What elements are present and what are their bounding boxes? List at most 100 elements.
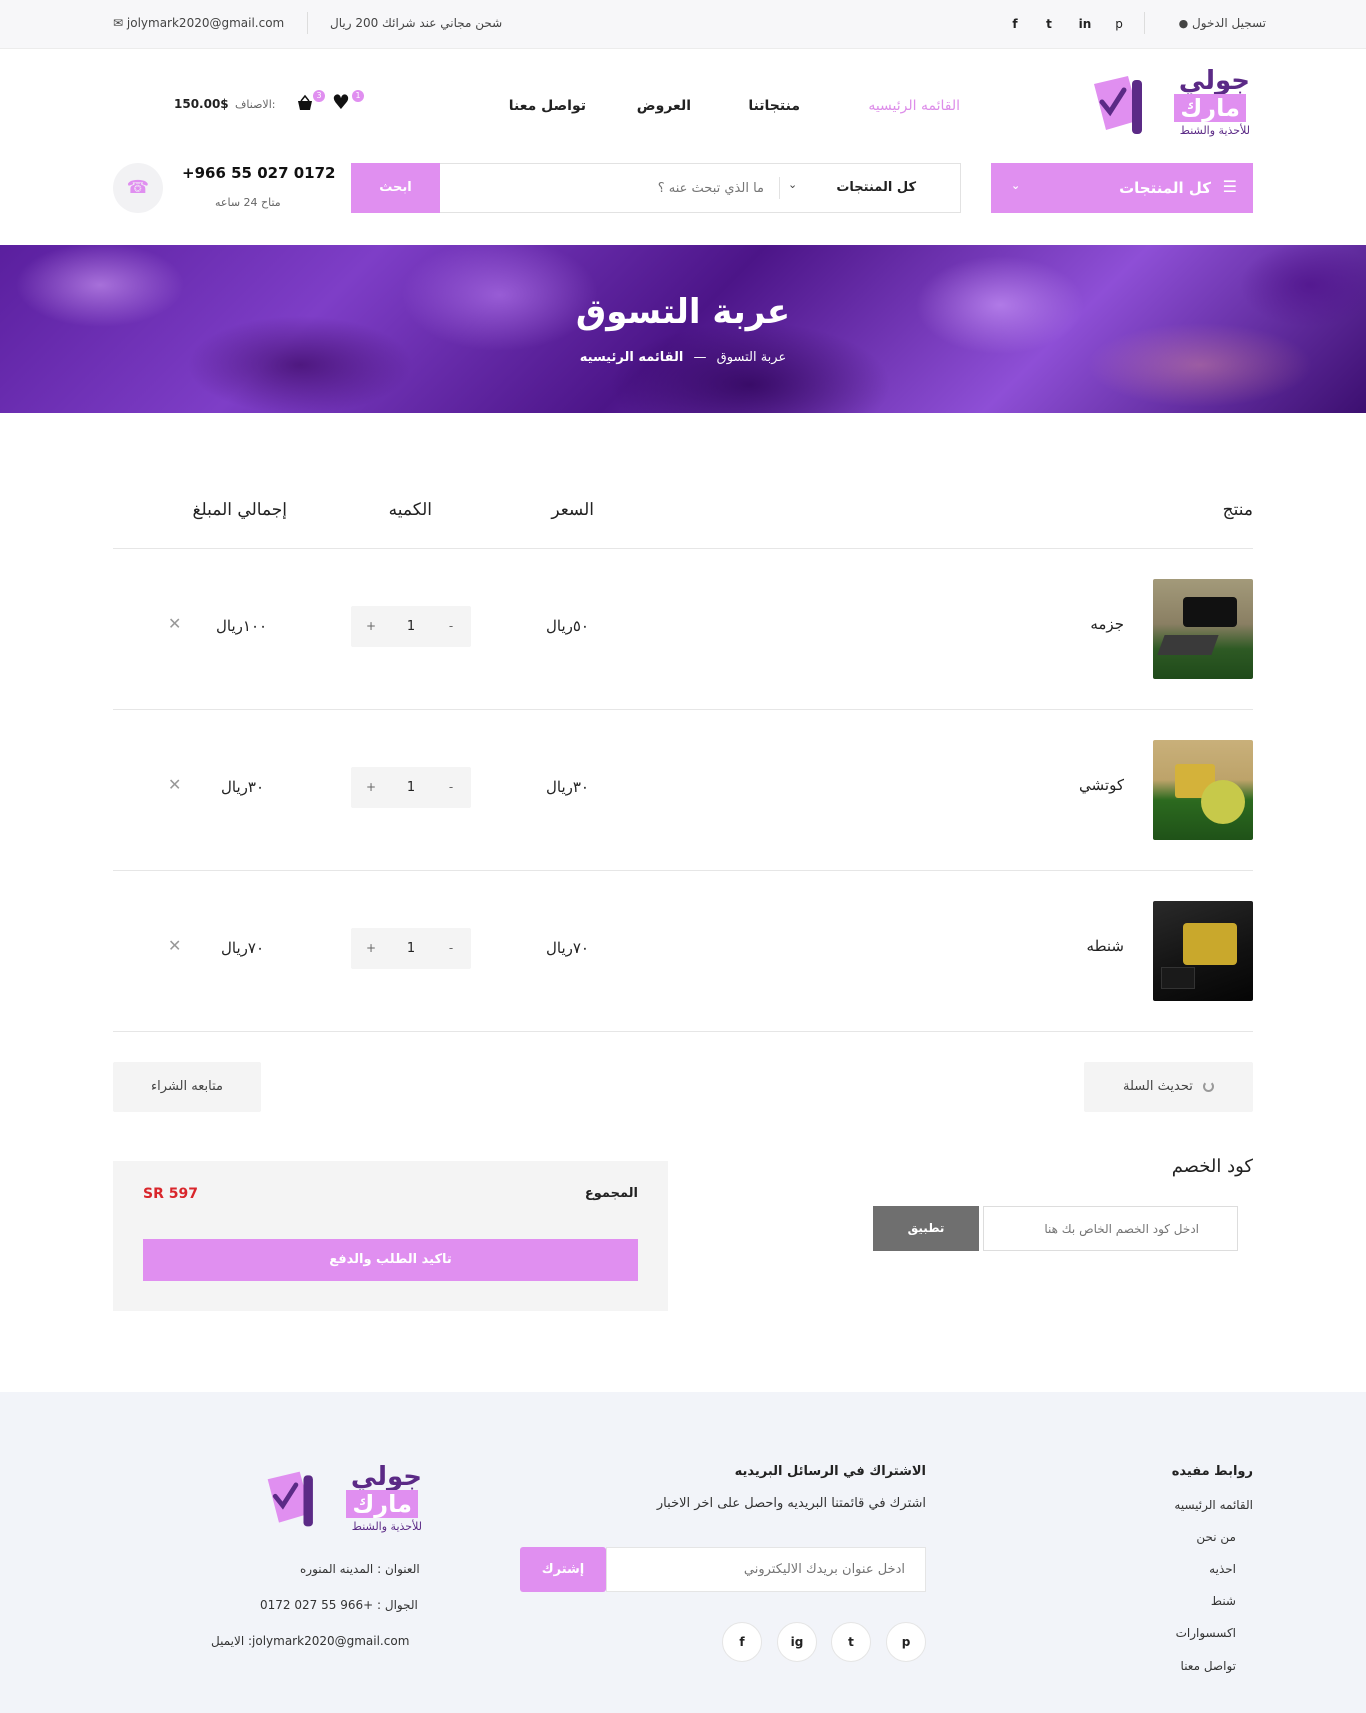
logo-text-1: جولي: [350, 1462, 422, 1492]
cart-items-label: الاصناف:: [235, 98, 276, 111]
remove-item-icon[interactable]: ✕: [168, 775, 181, 794]
remove-item-icon[interactable]: ✕: [168, 936, 181, 955]
update-cart-label: تحديث السلة: [1123, 1079, 1193, 1094]
remove-item-icon[interactable]: ✕: [168, 614, 181, 633]
logo-text-2: مارك: [346, 1490, 418, 1518]
product-name[interactable]: شنطه: [1087, 937, 1124, 955]
pinterest-icon[interactable]: p: [1110, 15, 1128, 33]
heart-icon: ♥: [332, 90, 350, 114]
twitter-icon[interactable]: t: [831, 1622, 871, 1662]
logo-text-1: جولي: [1178, 66, 1250, 96]
row-total: ٧٠ريال: [221, 939, 265, 957]
product-image[interactable]: [1153, 901, 1253, 1001]
quantity-increase-button[interactable]: +: [351, 767, 391, 808]
page-title: عربة التسوق: [575, 292, 791, 332]
cart-totals-box: المجموع SR 597 تاكيد الطلب والدفع: [113, 1161, 668, 1311]
nav-offers[interactable]: العروض: [637, 98, 691, 114]
totals-label: المجموع: [584, 1186, 638, 1201]
product-image-detail: [1157, 635, 1219, 655]
wishlist-button[interactable]: ♥ 1: [330, 90, 366, 116]
phone-number[interactable]: +966 55 027 0172: [182, 164, 335, 182]
quantity-value[interactable]: 1: [391, 928, 431, 969]
breadcrumb-current: عربة التسوق: [716, 350, 787, 365]
nav-contact[interactable]: تواصل معنا: [509, 98, 586, 114]
quantity-stepper: - 1 +: [351, 606, 471, 647]
nav-home[interactable]: القائمه الرئيسيه: [868, 98, 960, 114]
footer-link-about[interactable]: من نحن: [1196, 1530, 1236, 1544]
cart-button[interactable]: 3: [296, 90, 328, 116]
table-row: شنطه ٧٠ريال - 1 + ٧٠ريال ✕: [113, 870, 1253, 1031]
row-total: ١٠٠ريال: [216, 617, 268, 635]
quantity-decrease-button[interactable]: -: [431, 606, 471, 647]
quantity-value[interactable]: 1: [391, 767, 431, 808]
product-price: ٧٠ريال: [545, 939, 589, 957]
logo-tagline: للأحذية والشنط: [1179, 124, 1250, 137]
newsletter-email-input[interactable]: [606, 1547, 926, 1592]
footer-logo[interactable]: جولي مارك للأحذية والشنط: [262, 1462, 422, 1538]
user-icon: ●: [1178, 17, 1189, 30]
subscribe-button[interactable]: إشترك: [520, 1547, 606, 1592]
pinterest-icon[interactable]: p: [886, 1622, 926, 1662]
product-image[interactable]: [1153, 740, 1253, 840]
envelope-icon: ✉: [113, 16, 124, 30]
footer-mobile: الجوال : +966 55 027 0172: [260, 1598, 418, 1612]
footer-address: العنوان : المدينه المنوره: [300, 1562, 420, 1576]
quantity-increase-button[interactable]: +: [351, 606, 391, 647]
basket-icon: [298, 94, 312, 110]
product-image[interactable]: [1153, 579, 1253, 679]
footer-email[interactable]: الايميل :jolymark2020@gmail.com: [211, 1634, 409, 1648]
search-category-select[interactable]: كل المنتجات ⌄: [780, 164, 960, 212]
hamburger-icon: ☰: [1222, 177, 1237, 196]
col-header-total: إجمالي المبلغ: [192, 500, 287, 520]
twitter-icon[interactable]: t: [1040, 15, 1058, 33]
checkout-button[interactable]: تاكيد الطلب والدفع: [143, 1239, 638, 1281]
footer-link-contact[interactable]: تواصل معنا: [1181, 1659, 1236, 1673]
topbar-email[interactable]: ✉ jolymark2020@gmail.com: [113, 16, 284, 30]
cart-total: 150.00$: [174, 97, 229, 111]
newsletter-text: اشترك في قائمتنا البريديه واحصل على اخر …: [656, 1496, 926, 1511]
divider: [307, 12, 308, 34]
facebook-icon[interactable]: f: [722, 1622, 762, 1662]
quantity-decrease-button[interactable]: -: [431, 928, 471, 969]
continue-shopping-button[interactable]: متابعه الشراء: [113, 1062, 261, 1112]
facebook-icon[interactable]: f: [1006, 15, 1024, 33]
product-price: ٣٠ريال: [545, 778, 589, 796]
col-header-product: منتج: [1222, 500, 1253, 520]
footer-link-shoes[interactable]: احذيه: [1209, 1562, 1236, 1576]
footer-link-accessories[interactable]: اكسسوارات: [1176, 1626, 1236, 1640]
newsletter-title: الاشتراك في الرسائل البريديه: [734, 1464, 926, 1479]
search-bar: كل المنتجات ⌄: [351, 163, 961, 213]
login-link[interactable]: ● تسجيل الدخول: [1179, 16, 1266, 30]
logo-tagline: للأحذية والشنط: [351, 1520, 422, 1533]
quantity-stepper: - 1 +: [351, 767, 471, 808]
product-image-detail: [1161, 967, 1195, 989]
product-name[interactable]: جزمه: [1090, 615, 1124, 633]
apply-coupon-button[interactable]: تطبيق: [873, 1206, 979, 1251]
quantity-decrease-button[interactable]: -: [431, 767, 471, 808]
footer-links-title: روابط مفيده: [1171, 1464, 1253, 1479]
breadcrumb-home[interactable]: القائمه الرئيسيه: [580, 350, 684, 365]
footer-link-home[interactable]: القائمه الرئيسيه: [1174, 1498, 1253, 1512]
logo-bag-icon: [267, 1471, 313, 1527]
nav-products[interactable]: منتجاتنا: [748, 98, 800, 114]
row-total: ٣٠ريال: [221, 778, 265, 796]
top-bar: ● تسجيل الدخول p in t f شحن مجاني عند شر…: [0, 0, 1366, 49]
search-button[interactable]: ابحث: [351, 163, 440, 213]
phone-icon[interactable]: ☎: [113, 163, 163, 213]
logo[interactable]: جولي مارك للأحذية والشنط: [1088, 66, 1250, 142]
totals-value: SR 597: [143, 1186, 198, 1202]
footer-link-bags[interactable]: شنط: [1211, 1594, 1236, 1608]
search-input[interactable]: [464, 172, 764, 204]
instagram-icon[interactable]: ig: [777, 1622, 817, 1662]
all-categories-button[interactable]: ☰ كل المنتجات ⌄: [991, 163, 1253, 213]
quantity-stepper: - 1 +: [351, 928, 471, 969]
product-image-detail: [1183, 597, 1237, 627]
product-name[interactable]: كوتشي: [1079, 776, 1124, 794]
divider: [1144, 12, 1145, 34]
quantity-increase-button[interactable]: +: [351, 928, 391, 969]
update-cart-button[interactable]: تحديث السلة: [1084, 1062, 1253, 1112]
linkedin-icon[interactable]: in: [1076, 15, 1094, 33]
coupon-input[interactable]: [983, 1206, 1238, 1251]
quantity-value[interactable]: 1: [391, 606, 431, 647]
product-image-detail: [1183, 923, 1237, 965]
